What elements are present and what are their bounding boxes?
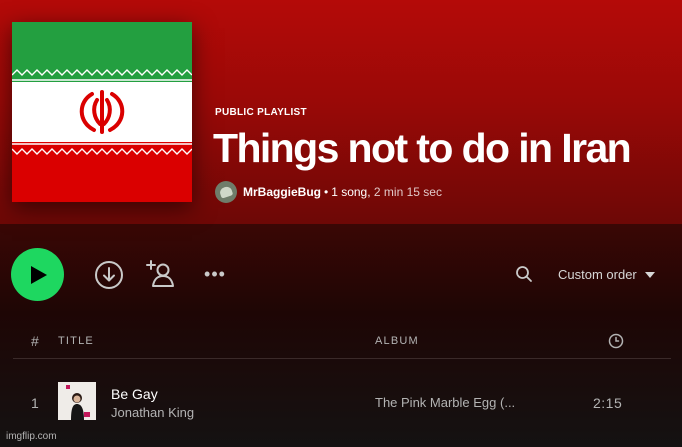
track-album-art — [58, 382, 96, 420]
sort-label: Custom order — [558, 267, 637, 282]
watermark: imgflip.com — [6, 431, 57, 442]
search-in-playlist-button[interactable] — [514, 264, 534, 284]
owner-avatar[interactable] — [215, 181, 237, 203]
table-row[interactable]: 1 Be Gay Jonathan King The Pink Marble E… — [0, 378, 682, 424]
spotify-playlist-page: PUBLIC PLAYLIST Things not to do in Iran… — [0, 0, 682, 447]
owner-link[interactable]: MrBaggieBug — [243, 185, 321, 199]
track-album[interactable]: The Pink Marble Egg (... — [375, 395, 515, 410]
download-icon — [95, 261, 123, 289]
clock-icon — [608, 333, 624, 349]
caret-down-icon — [644, 271, 655, 278]
track-number: 1 — [31, 395, 39, 411]
song-count: 1 song, — [331, 185, 371, 199]
iran-flag-image — [12, 22, 192, 202]
header-title: TITLE — [58, 335, 94, 347]
playlist-type-label: PUBLIC PLAYLIST — [215, 107, 307, 118]
header-duration — [608, 333, 624, 352]
playlist-title: Things not to do in Iran — [213, 125, 632, 171]
download-button[interactable] — [94, 260, 124, 290]
table-header-divider — [13, 358, 671, 359]
track-duration: 2:15 — [593, 395, 623, 411]
header-album: ALBUM — [375, 335, 419, 347]
more-options-button[interactable]: ••• — [202, 264, 228, 284]
track-title[interactable]: Be Gay — [111, 386, 158, 402]
sort-dropdown[interactable]: Custom order — [558, 267, 655, 282]
playlist-byline: MrBaggieBug • 1 song, 2 min 15 sec — [215, 180, 442, 204]
track-artist[interactable]: Jonathan King — [111, 405, 194, 420]
track-table-header: # TITLE ALBUM — [0, 333, 682, 351]
play-icon — [31, 265, 47, 284]
header-number: # — [31, 333, 39, 349]
play-button[interactable] — [11, 248, 64, 301]
byline-separator: • — [324, 185, 329, 199]
add-user-button[interactable] — [145, 258, 177, 290]
add-user-icon — [146, 260, 174, 287]
playlist-cover-image[interactable] — [12, 22, 192, 202]
search-icon — [516, 266, 532, 282]
playlist-duration: 2 min 15 sec — [373, 185, 442, 199]
